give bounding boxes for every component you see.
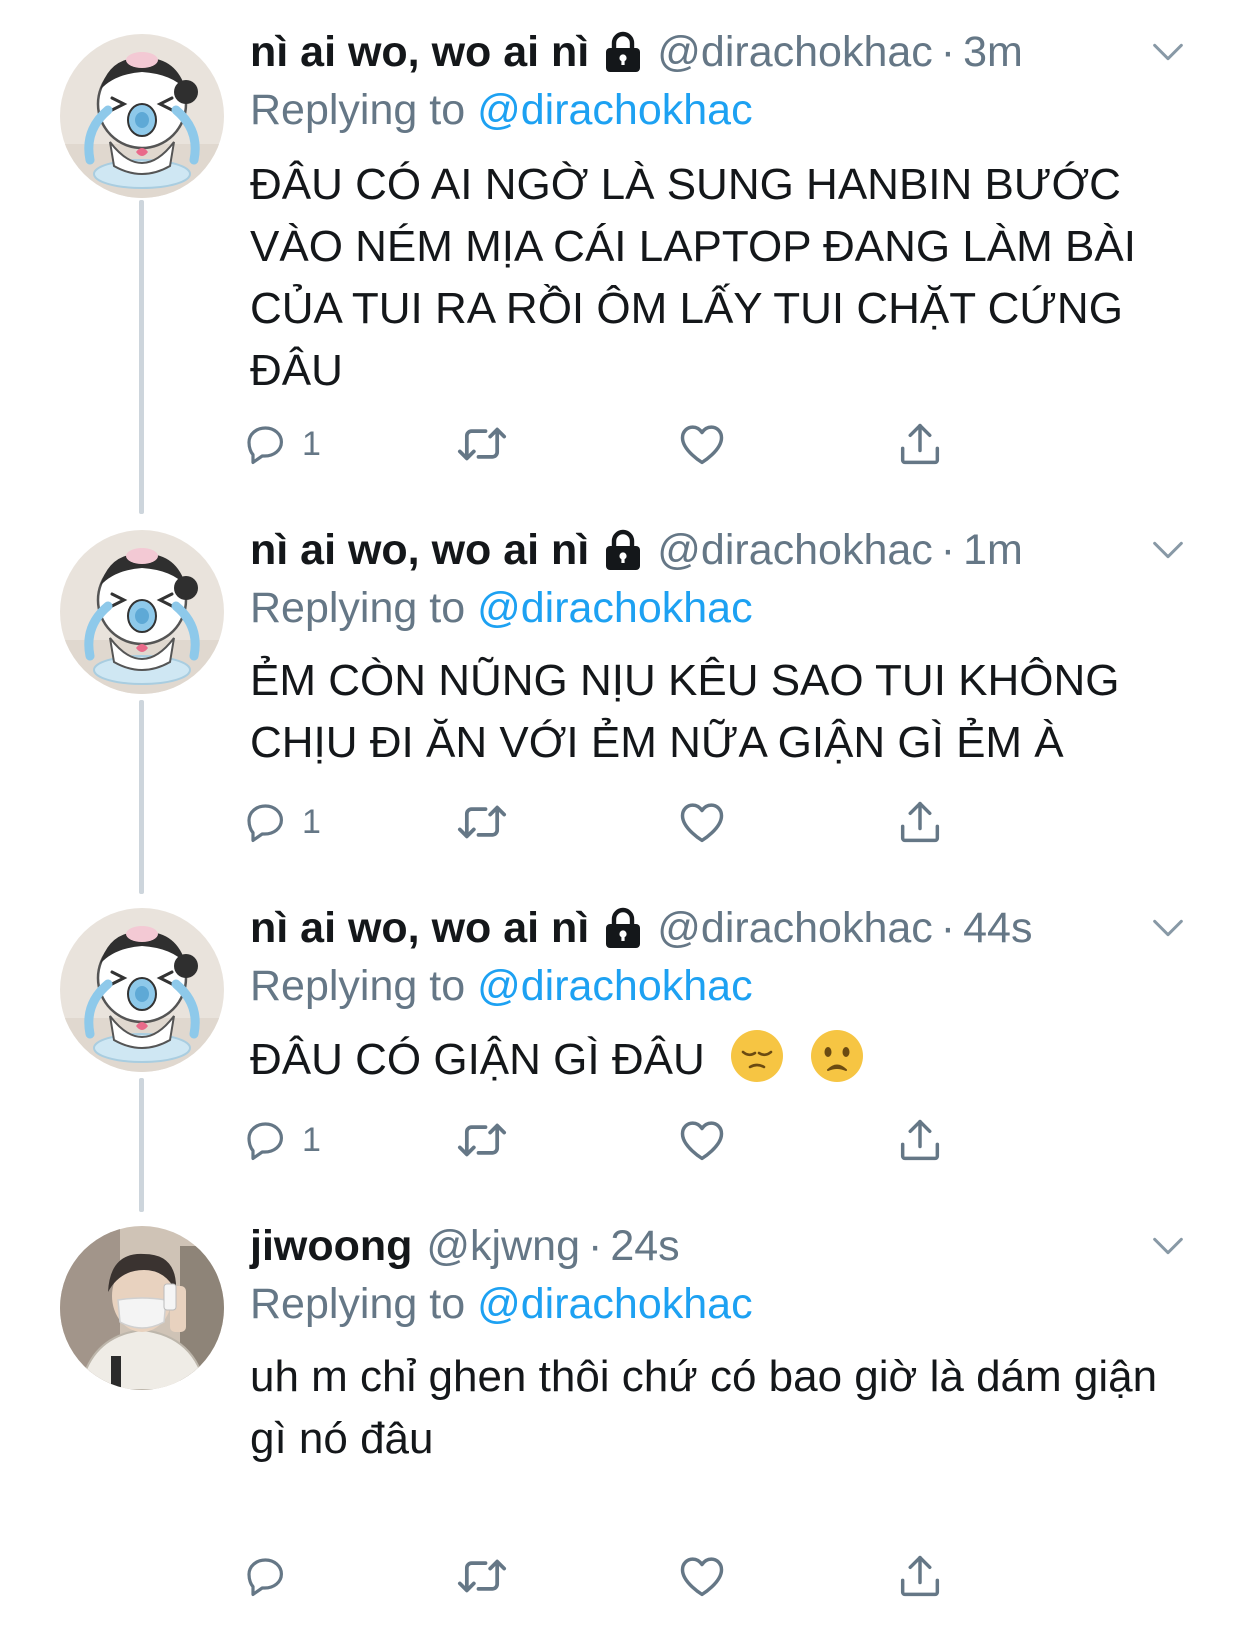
share-icon <box>894 1114 946 1166</box>
avatar-image <box>60 908 224 1072</box>
reply-count: 1 <box>302 1120 321 1159</box>
frowning-face-emoji <box>809 1028 865 1084</box>
tweet-text: uh m chỉ ghen thôi chứ có bao giờ là dám… <box>250 1352 1158 1463</box>
lock-icon <box>603 906 643 950</box>
avatar[interactable] <box>60 530 224 694</box>
retweet-button[interactable] <box>454 1548 510 1604</box>
tweet-text: ĐÂU CÓ GIẬN GÌ ĐÂU <box>250 1028 1190 1091</box>
share-icon <box>894 418 946 470</box>
replying-to: Replying to @dirachokhac <box>250 962 753 1011</box>
tweet-text-content: ĐÂU CÓ GIẬN GÌ ĐÂU <box>250 1035 705 1084</box>
like-button[interactable] <box>676 1548 728 1604</box>
tweet-header: nì ai wo, wo ai nì @dirachokhac · 44s <box>250 900 1032 956</box>
separator-dot: · <box>940 903 956 952</box>
tweet-actions: 1 <box>250 1112 1010 1168</box>
reply-count: 1 <box>302 802 321 841</box>
timestamp[interactable]: 1m <box>963 526 1023 575</box>
tweet-text: ẺM CÒN NŨNG NỊU KÊU SAO TUI KHÔNG CHỊU Đ… <box>250 656 1120 767</box>
replying-label: Replying to <box>250 584 478 632</box>
share-button[interactable] <box>894 794 946 850</box>
chevron-down-icon[interactable] <box>1148 908 1188 948</box>
tweet-header: nì ai wo, wo ai nì @dirachokhac · 3m <box>250 24 1023 80</box>
share-button[interactable] <box>894 416 946 472</box>
retweet-icon <box>454 1112 510 1168</box>
avatar[interactable] <box>60 1226 224 1390</box>
replying-label: Replying to <box>250 962 478 1010</box>
avatar[interactable] <box>60 34 224 198</box>
like-icon <box>676 796 728 848</box>
reply-button[interactable]: 1 <box>242 416 321 472</box>
pensive-face-emoji <box>729 1028 785 1084</box>
avatar-image <box>60 530 224 694</box>
tweet[interactable]: jiwoong @kjwng · 24s Replying to @dirach… <box>0 1218 1242 1618</box>
retweet-button[interactable] <box>454 1112 510 1168</box>
retweet-button[interactable] <box>454 794 510 850</box>
chevron-down-icon[interactable] <box>1148 1226 1188 1266</box>
replying-to: Replying to @dirachokhac <box>250 584 753 633</box>
tweet[interactable]: nì ai wo, wo ai nì @dirachokhac · 1m Rep… <box>0 522 1242 882</box>
timestamp[interactable]: 44s <box>963 904 1032 953</box>
reply-button[interactable]: 1 <box>242 794 321 850</box>
separator-dot: · <box>588 1221 603 1270</box>
replying-label: Replying to <box>250 86 478 134</box>
like-icon <box>676 1550 728 1602</box>
tweet-header: nì ai wo, wo ai nì @dirachokhac · 1m <box>250 522 1023 578</box>
mention-link[interactable]: @dirachokhac <box>477 962 753 1010</box>
user-handle[interactable]: @kjwng <box>426 1222 580 1271</box>
like-button[interactable] <box>676 416 728 472</box>
tweet[interactable]: nì ai wo, wo ai nì @dirachokhac · 44s Re… <box>0 900 1242 1200</box>
replying-to: Replying to @dirachokhac <box>250 1280 753 1329</box>
tweet-text: ĐÂU CÓ AI NGỜ LÀ SUNG HANBIN BƯỚC VÀO NÉ… <box>250 160 1136 395</box>
chevron-down-icon[interactable] <box>1148 530 1188 570</box>
like-button[interactable] <box>676 1112 728 1168</box>
separator-dot: · <box>940 525 956 574</box>
lock-icon <box>603 30 643 74</box>
reply-count: 1 <box>302 424 321 463</box>
mention-link[interactable]: @dirachokhac <box>477 86 753 134</box>
display-name[interactable]: nì ai wo, wo ai nì <box>250 904 589 953</box>
share-icon <box>894 1550 946 1602</box>
separator-dot: · <box>940 27 956 76</box>
retweet-icon <box>454 794 510 850</box>
tweet-actions <box>250 1548 1010 1604</box>
chevron-down-icon[interactable] <box>1148 32 1188 72</box>
reply-icon <box>242 798 290 846</box>
reply-icon <box>242 1552 290 1600</box>
display-name[interactable]: jiwoong <box>250 1222 412 1271</box>
tweet-header: jiwoong @kjwng · 24s <box>250 1218 680 1274</box>
tweet-actions: 1 <box>250 416 1010 472</box>
tweet-actions: 1 <box>250 794 1010 850</box>
reply-button[interactable] <box>242 1548 302 1604</box>
share-icon <box>894 796 946 848</box>
reply-button[interactable]: 1 <box>242 1112 321 1168</box>
lock-icon <box>603 528 643 572</box>
avatar-image <box>60 34 224 198</box>
retweet-button[interactable] <box>454 416 510 472</box>
retweet-icon <box>454 416 510 472</box>
share-button[interactable] <box>894 1548 946 1604</box>
share-button[interactable] <box>894 1112 946 1168</box>
avatar[interactable] <box>60 908 224 1072</box>
timestamp[interactable]: 24s <box>610 1222 679 1271</box>
user-handle[interactable]: @dirachokhac <box>657 28 933 77</box>
user-handle[interactable]: @dirachokhac <box>657 526 933 575</box>
mention-link[interactable]: @dirachokhac <box>477 1280 753 1328</box>
like-icon <box>676 418 728 470</box>
retweet-icon <box>454 1548 510 1604</box>
like-icon <box>676 1114 728 1166</box>
avatar-image <box>60 1226 224 1390</box>
timestamp[interactable]: 3m <box>963 28 1023 77</box>
reply-icon <box>242 1116 290 1164</box>
display-name[interactable]: nì ai wo, wo ai nì <box>250 28 589 77</box>
display-name[interactable]: nì ai wo, wo ai nì <box>250 526 589 575</box>
tweet[interactable]: nì ai wo, wo ai nì @dirachokhac · 3m Rep… <box>0 24 1242 504</box>
replying-label: Replying to <box>250 1280 478 1328</box>
reply-icon <box>242 420 290 468</box>
replying-to: Replying to @dirachokhac <box>250 86 753 135</box>
like-button[interactable] <box>676 794 728 850</box>
mention-link[interactable]: @dirachokhac <box>477 584 753 632</box>
user-handle[interactable]: @dirachokhac <box>657 904 933 953</box>
